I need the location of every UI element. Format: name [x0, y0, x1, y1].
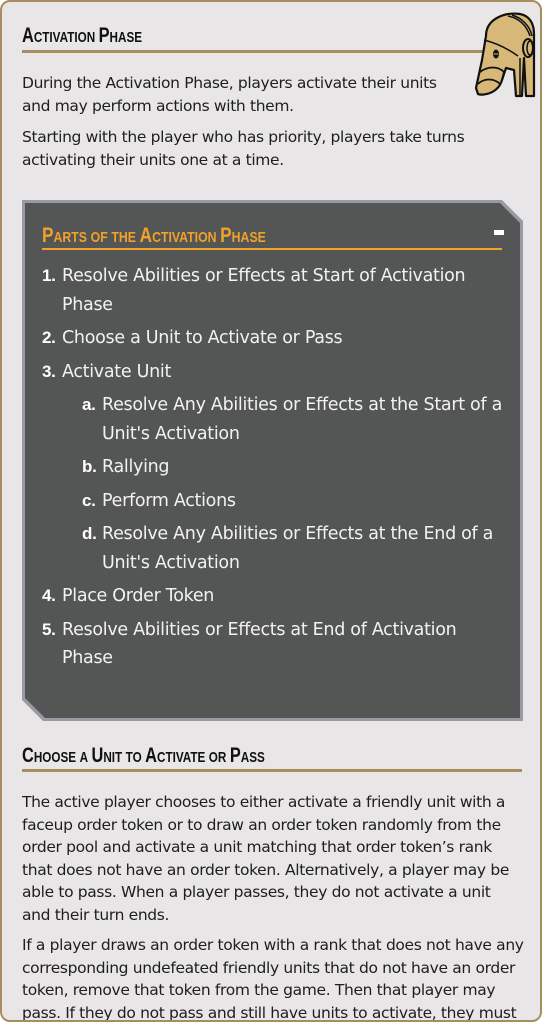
title-word: of	[90, 229, 108, 246]
title-word: a	[79, 749, 89, 766]
intro-paragraph-2: Starting with the player who has priorit…	[22, 128, 465, 169]
phase-step: 2. Choose a Unit to Activate or Pass	[42, 324, 502, 353]
battle-droid-head-icon	[474, 12, 536, 98]
parts-of-activation-phase-box: Parts of the Activation Phase 1. Resolve …	[22, 200, 523, 721]
rules-page: Activation Phase During the Activation P…	[0, 0, 542, 1022]
step-number: 5.	[42, 619, 56, 639]
section-title-rule	[22, 769, 522, 772]
phase-substep: a. Resolve Any Abilities or Effects at th…	[82, 391, 502, 448]
choose-unit-paragraph-2: If a player draws an order token with a …	[22, 936, 524, 1022]
step-text: Place Order Token	[62, 586, 215, 606]
substep-letter: b.	[82, 457, 97, 476]
title-capital: A	[22, 24, 34, 47]
title-word: ctivate	[157, 749, 206, 766]
title-capital: A	[139, 224, 153, 247]
collapse-button[interactable]	[494, 230, 504, 235]
title-word: arts	[53, 229, 87, 246]
phase-substep: b. Rallying	[82, 453, 502, 482]
phase-box-title: Parts of the Activation Phase	[42, 224, 266, 248]
title-word: hoose	[33, 749, 77, 766]
substep-letter: a.	[82, 395, 96, 414]
substep-letter: c.	[82, 490, 96, 510]
title-word: to	[125, 749, 142, 766]
step-text: Resolve Abilities or Effects at Start of…	[62, 266, 466, 315]
step-number: 3.	[42, 361, 56, 381]
substep-text: Perform Actions	[102, 490, 236, 511]
title-word: hase	[109, 29, 143, 46]
title-capital: P	[42, 224, 54, 247]
phase-substep: c. Perform Actions	[82, 487, 502, 516]
title-word: nit	[103, 749, 123, 766]
substep-text: Resolve Any Abilities or Effects at the …	[102, 395, 503, 444]
phase-box-title-rule	[42, 248, 502, 250]
choose-unit-paragraph-1: The active player chooses to either acti…	[22, 793, 510, 924]
title-word: ass	[240, 749, 265, 766]
step-number: 4.	[42, 586, 56, 605]
title-capital: A	[145, 744, 158, 767]
title-capital: U	[91, 744, 104, 767]
phase-step: 1. Resolve Abilities or Effects at Start …	[42, 262, 502, 319]
substep-text: Rallying	[102, 457, 170, 477]
phase-substep: d. Resolve Any Abilities or Effects at th…	[82, 520, 502, 577]
section-title-activation-phase: Activation Phase	[22, 24, 142, 48]
step-number: 1.	[42, 266, 56, 285]
phase-step: 5. Resolve Abilities or Effects at End of…	[42, 616, 502, 673]
section-title-rule	[22, 50, 492, 53]
title-word: ctivation	[152, 229, 217, 246]
title-capital: P	[220, 224, 232, 247]
title-word: or	[208, 749, 227, 766]
phase-step: 3. Activate Unit a. Resolve Any Abilities o…	[42, 358, 502, 578]
step-text: Activate Unit	[62, 361, 172, 382]
phase-steps-list: 1. Resolve Abilities or Effects at Start …	[42, 262, 502, 678]
section-title-choose-unit: Choose a Unit to Activate or Pass	[22, 744, 265, 768]
phase-step: 4. Place Order Token	[42, 582, 502, 611]
title-word: hase	[231, 229, 266, 246]
substep-text: Resolve Any Abilities or Effects at the …	[102, 524, 494, 573]
step-text: Resolve Abilities or Effects at End of A…	[62, 619, 457, 669]
step-number: 2.	[42, 328, 56, 347]
title-capital: C	[22, 744, 34, 767]
title-capital: P	[229, 744, 241, 767]
step-text: Choose a Unit to Activate or Pass	[62, 328, 343, 348]
title-word: the	[111, 229, 136, 246]
intro-paragraph-1: During the Activation Phase, players act…	[22, 74, 437, 115]
substep-letter: d.	[82, 524, 97, 543]
phase-substeps-list: a. Resolve Any Abilities or Effects at th…	[62, 391, 502, 577]
title-capital: P	[98, 24, 110, 47]
title-word: ctivation	[33, 29, 96, 46]
